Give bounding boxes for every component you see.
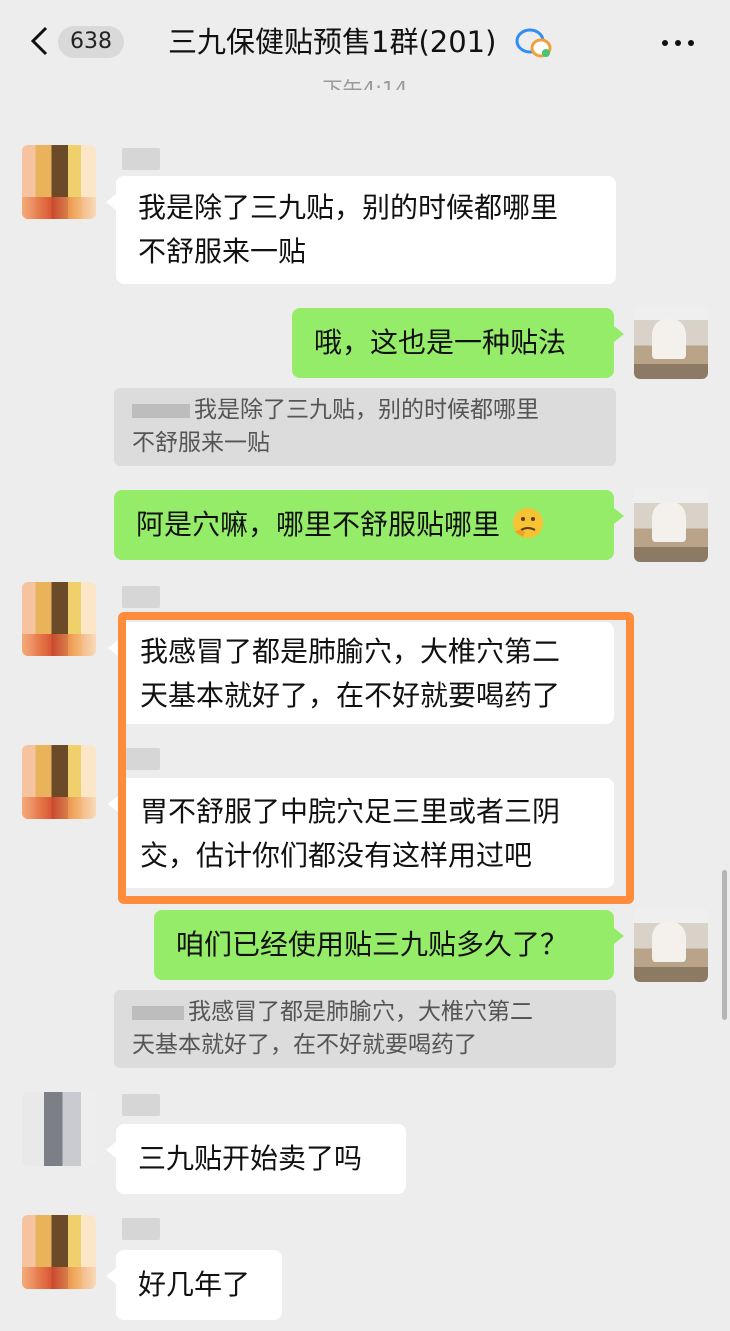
avatar[interactable] <box>634 908 708 982</box>
message-bubble[interactable]: 阿是穴嘛，哪里不舒服贴哪里 <box>114 490 624 560</box>
chat-bubbles-icon <box>515 28 552 58</box>
avatar[interactable] <box>22 1092 96 1166</box>
quote-line: 不舒服来一贴 <box>132 430 270 456</box>
scrollbar[interactable] <box>722 870 727 1020</box>
timestamp: 下午4:14 <box>322 77 408 90</box>
message-text: 好几年了 <box>138 1268 251 1301</box>
message-bubble[interactable]: 咱们已经使用贴三九贴多久了？ <box>154 910 624 980</box>
sender-name <box>122 1094 160 1116</box>
unread-count-badge[interactable]: 638 <box>58 26 124 58</box>
sender-name <box>122 586 160 608</box>
message-text: 阿是穴嘛，哪里不舒服贴哪里 <box>136 508 501 541</box>
quoted-sender <box>132 1005 184 1020</box>
more-dots-icon[interactable] <box>660 38 696 48</box>
thinking-face-icon <box>512 508 543 538</box>
avatar[interactable] <box>22 745 96 819</box>
message-text: 哦，这也是一种贴法 <box>314 326 567 359</box>
avatar[interactable] <box>634 488 708 562</box>
message-bubble[interactable]: 三九贴开始卖了吗 <box>106 1124 406 1194</box>
avatar[interactable] <box>22 1215 96 1289</box>
quote-line: 我感冒了都是肺腧穴，大椎穴第二 <box>132 996 598 1029</box>
sender-name <box>122 148 160 170</box>
chat-header: 638 三九保健贴预售1群(201) 下午4:14 <box>0 0 730 90</box>
avatar[interactable] <box>22 145 96 219</box>
chat-title: 三九保健贴预售1群(201) <box>168 25 497 59</box>
quoted-message[interactable]: 我感冒了都是肺腧穴，大椎穴第二 天基本就好了，在不好就要喝药了 <box>114 990 616 1068</box>
avatar[interactable] <box>22 582 96 656</box>
quote-line: 我是除了三九贴，别的时候都哪里 <box>132 394 598 427</box>
quoted-message[interactable]: 我是除了三九贴，别的时候都哪里 不舒服来一贴 <box>114 388 616 466</box>
highlight-box <box>118 612 634 904</box>
message-line: 不舒服来一贴 <box>138 235 307 268</box>
chevron-left-icon[interactable] <box>28 26 50 56</box>
quote-line: 天基本就好了，在不好就要喝药了 <box>132 1032 477 1058</box>
quoted-sender <box>132 403 190 418</box>
message-text: 三九贴开始卖了吗 <box>138 1142 363 1175</box>
avatar[interactable] <box>634 305 708 379</box>
message-text: 咱们已经使用贴三九贴多久了？ <box>176 928 569 961</box>
sender-name <box>122 1218 160 1240</box>
message-bubble[interactable]: 好几年了 <box>106 1250 282 1320</box>
message-bubble[interactable]: 我是除了三九贴，别的时候都哪里 不舒服来一贴 <box>106 176 616 284</box>
message-line: 我是除了三九贴，别的时候都哪里 <box>138 191 559 224</box>
message-bubble[interactable]: 哦，这也是一种贴法 <box>292 308 624 378</box>
